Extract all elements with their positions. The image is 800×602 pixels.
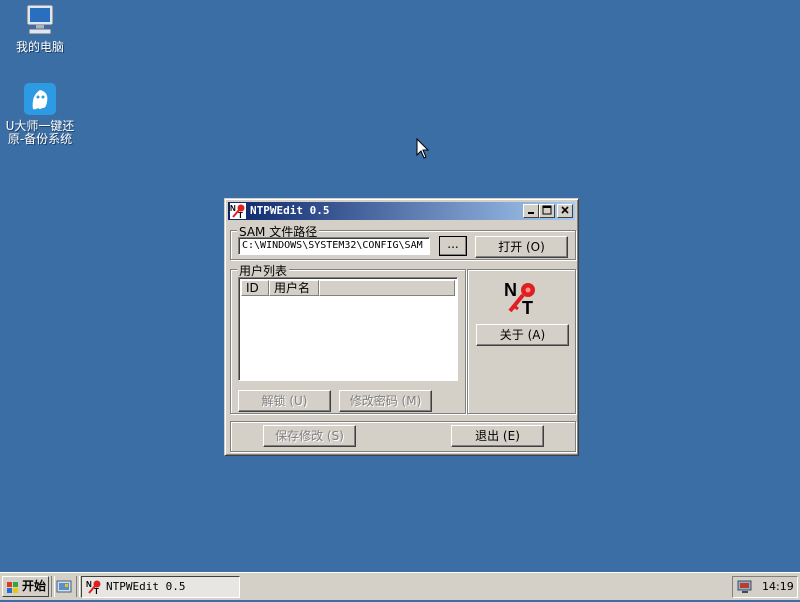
close-button[interactable]	[557, 204, 573, 218]
minimize-icon	[528, 212, 534, 214]
svg-text:T: T	[94, 587, 99, 595]
sam-path-field[interactable]: C:\WINDOWS\SYSTEM32\CONFIG\SAM	[238, 237, 430, 255]
svg-text:N: N	[504, 280, 517, 300]
action-bar: 保存修改 (S) 退出 (E)	[230, 421, 576, 452]
taskbar: 开始 N T NTPWEdit 0.5 14:19	[0, 572, 800, 600]
svg-text:T: T	[522, 298, 533, 316]
logo-group: N T 关于 (A)	[467, 269, 576, 414]
window-title: NTPWEdit 0.5	[250, 204, 330, 217]
windows-logo-icon	[7, 581, 19, 593]
taskbar-button-ntpwedit[interactable]: N T NTPWEdit 0.5	[81, 576, 240, 598]
maximize-button[interactable]	[539, 204, 555, 218]
column-header-id[interactable]: ID	[241, 280, 269, 296]
desktop-icon-my-computer[interactable]: 我的电脑	[0, 3, 80, 54]
minimize-button[interactable]	[523, 204, 539, 218]
system-tray: 14:19	[732, 576, 798, 598]
show-desktop-icon[interactable]	[56, 579, 72, 595]
ntpwedit-logo-icon: N T	[504, 280, 540, 318]
taskbar-button-label: NTPWEdit 0.5	[106, 580, 186, 593]
ntpwedit-task-icon: N T	[86, 579, 102, 596]
ntpwedit-app-icon: N T	[230, 203, 246, 220]
svg-text:N: N	[230, 204, 236, 213]
start-label: 开始	[22, 579, 47, 593]
maximize-icon	[542, 205, 552, 215]
user-list-group: 用户列表 ID 用户名 解锁 (U) 修改密码 (M)	[230, 262, 466, 414]
svg-text:T: T	[238, 211, 243, 219]
ghost-icon	[23, 82, 57, 116]
svg-text:N: N	[86, 580, 92, 589]
clock[interactable]: 14:19	[762, 577, 794, 597]
my-computer-icon	[23, 3, 57, 37]
quick-launch-separator	[51, 576, 55, 597]
browse-button[interactable]: ...	[439, 236, 467, 256]
user-list[interactable]: ID 用户名	[238, 277, 458, 381]
desktop-icon-ghost-backup[interactable]: U大师一键还 原-备份系统	[0, 82, 80, 146]
exit-button[interactable]: 退出 (E)	[451, 425, 544, 447]
taskbar-separator	[76, 576, 80, 597]
start-button[interactable]: 开始	[2, 576, 49, 597]
ntpwedit-window: N T NTPWEdit 0.5 SAM 文件路径 C:\WINDOWS\SYS…	[224, 198, 579, 456]
desktop-icon-label: 我的电脑	[15, 40, 64, 54]
window-titlebar[interactable]: N T NTPWEdit 0.5	[228, 202, 575, 220]
sam-path-group: SAM 文件路径 C:\WINDOWS\SYSTEM32\CONFIG\SAM …	[230, 223, 576, 260]
change-password-button[interactable]: 修改密码 (M)	[339, 390, 432, 412]
close-icon	[561, 206, 569, 214]
mouse-cursor-icon	[416, 137, 430, 163]
about-button[interactable]: 关于 (A)	[476, 324, 569, 346]
network-tray-icon[interactable]	[737, 579, 753, 595]
open-button[interactable]: 打开 (O)	[475, 236, 568, 258]
unlock-button[interactable]: 解锁 (U)	[238, 390, 331, 412]
column-header-filler	[319, 280, 455, 296]
save-changes-button[interactable]: 保存修改 (S)	[263, 425, 356, 447]
column-header-username[interactable]: 用户名	[269, 280, 319, 296]
desktop-icon-label: U大师一键还 原-备份系统	[5, 119, 75, 146]
